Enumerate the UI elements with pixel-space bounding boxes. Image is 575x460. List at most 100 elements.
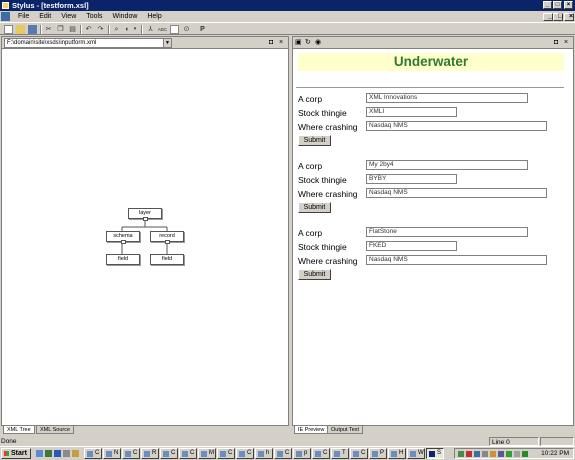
taskbar-button[interactable]: h: [255, 448, 273, 459]
quicklaunch-icon[interactable]: [45, 450, 52, 457]
submit-button[interactable]: Submit: [298, 202, 331, 213]
format-icon[interactable]: ◐: [123, 25, 132, 34]
quicklaunch-icon[interactable]: [72, 450, 79, 457]
toolbar-separator: [141, 25, 143, 34]
where-input[interactable]: Nasdaq NMS: [366, 121, 547, 131]
taskbar-button[interactable]: p: [293, 448, 311, 459]
taskbar-button[interactable]: C: [274, 448, 292, 459]
menu-window[interactable]: Window: [109, 11, 142, 22]
taskbar-button[interactable]: C: [179, 448, 197, 459]
taskbar-button[interactable]: C: [122, 448, 140, 459]
tray-icon[interactable]: [514, 451, 520, 457]
taskbar-button[interactable]: N: [103, 448, 121, 459]
taskbar-button[interactable]: M: [198, 448, 216, 459]
find-icon[interactable]: ⌕: [112, 25, 121, 34]
pane-close-icon[interactable]: ×: [279, 39, 283, 47]
maximize-button[interactable]: □: [553, 1, 562, 9]
page-icon[interactable]: ▣: [295, 39, 302, 47]
taskbar-button[interactable]: W: [407, 448, 425, 459]
redo-icon[interactable]: ↷: [96, 25, 105, 34]
close-button[interactable]: ×: [564, 1, 573, 9]
file-path-combo[interactable]: F:\domain\site\xsds\inputform.xml ▼: [4, 38, 172, 48]
stock-input[interactable]: FKED: [366, 241, 457, 251]
taskbar-button[interactable]: C: [160, 448, 178, 459]
tree-node-field[interactable]: field: [106, 254, 140, 265]
profile-icon[interactable]: P: [198, 25, 207, 34]
menu-view[interactable]: View: [57, 11, 80, 22]
tray-icon[interactable]: [482, 451, 488, 457]
tree-node-schema[interactable]: schema: [106, 231, 140, 244]
tray-icon[interactable]: [474, 451, 480, 457]
menu-help[interactable]: Help: [143, 11, 165, 22]
collapse-icon[interactable]: [165, 240, 170, 244]
new-icon[interactable]: [4, 25, 13, 34]
tab-xml-source[interactable]: XML Source: [36, 426, 75, 434]
start-button[interactable]: Start: [1, 448, 31, 459]
schema-icon[interactable]: [170, 25, 179, 34]
stock-label: Stock thingie: [298, 242, 347, 252]
menu-edit[interactable]: Edit: [35, 11, 55, 22]
taskbar-button[interactable]: C: [312, 448, 330, 459]
quicklaunch-icon[interactable]: [63, 450, 70, 457]
collapse-icon[interactable]: [143, 217, 148, 221]
refresh-icon[interactable]: ↻: [305, 39, 311, 47]
doc-minimize-button[interactable]: _: [543, 13, 553, 21]
tray-icon[interactable]: [506, 451, 512, 457]
pane-restore-icon[interactable]: ◘: [554, 39, 558, 47]
minimize-button[interactable]: _: [543, 1, 552, 9]
corp-label: A corp: [298, 228, 323, 238]
tree-node-record[interactable]: record: [150, 231, 184, 244]
corp-input[interactable]: FlatStone: [366, 227, 528, 237]
pane-close-icon[interactable]: ×: [564, 39, 568, 47]
desktop-icon[interactable]: [36, 450, 43, 457]
tray-icon[interactable]: [466, 451, 472, 457]
submit-button[interactable]: Submit: [298, 135, 331, 146]
pane-restore-icon[interactable]: ◘: [269, 39, 273, 47]
menu-tools[interactable]: Tools: [82, 11, 106, 22]
cut-icon[interactable]: ✂: [44, 25, 53, 34]
taskbar-button[interactable]: H: [388, 448, 406, 459]
copy-icon[interactable]: ❐: [56, 25, 65, 34]
browser-icon[interactable]: [54, 450, 61, 457]
taskbar-button[interactable]: R: [141, 448, 159, 459]
tray-icon[interactable]: [522, 451, 528, 457]
submit-button[interactable]: Submit: [298, 269, 331, 280]
tree-icon[interactable]: ⅄: [146, 25, 155, 34]
status-panel: [540, 437, 574, 446]
doc-restore-button[interactable]: □: [553, 13, 563, 21]
undo-icon[interactable]: ↶: [84, 25, 93, 34]
tab-output-text[interactable]: Output Text: [327, 426, 364, 434]
taskbar-button[interactable]: C: [84, 448, 102, 459]
tab-ie-preview[interactable]: IE Preview: [294, 426, 329, 434]
where-input[interactable]: Nasdaq NMS: [366, 255, 547, 265]
xpath-icon[interactable]: ⊙: [182, 25, 191, 34]
taskbar-button[interactable]: C: [217, 448, 235, 459]
corp-input[interactable]: XML Innovations: [366, 93, 528, 103]
tray-icon[interactable]: [498, 451, 504, 457]
taskbar-button[interactable]: C: [236, 448, 254, 459]
open-icon[interactable]: [16, 25, 25, 34]
dropdown-icon[interactable]: ▾: [132, 25, 138, 34]
corp-input[interactable]: My 2by4: [366, 160, 528, 170]
taskbar-button[interactable]: C: [350, 448, 368, 459]
collapse-icon[interactable]: [121, 240, 126, 244]
spellcheck-icon[interactable]: ABC: [157, 25, 168, 34]
chevron-down-icon[interactable]: ▼: [163, 39, 171, 47]
menu-file[interactable]: File: [14, 11, 33, 22]
stock-input[interactable]: XMLI: [366, 107, 457, 117]
taskbar-button[interactable]: T: [331, 448, 349, 459]
tray-icon[interactable]: [458, 451, 464, 457]
doc-close-button[interactable]: ×: [564, 13, 574, 21]
paste-icon[interactable]: ▤: [68, 25, 77, 34]
taskbar-button-stylus[interactable]: S: [426, 448, 444, 459]
save-icon[interactable]: [28, 25, 37, 34]
tree-node-field[interactable]: field: [150, 254, 184, 265]
document-icon[interactable]: [1, 12, 10, 21]
tree-node-layer[interactable]: layer: [128, 208, 162, 221]
tab-xml-tree[interactable]: XML Tree: [3, 426, 35, 434]
stock-input[interactable]: BYBY: [366, 174, 457, 184]
taskbar-button[interactable]: P: [369, 448, 387, 459]
tray-icon[interactable]: [490, 451, 496, 457]
where-input[interactable]: Nasdaq NMS: [366, 188, 547, 198]
browser-icon[interactable]: ◉: [315, 39, 321, 47]
